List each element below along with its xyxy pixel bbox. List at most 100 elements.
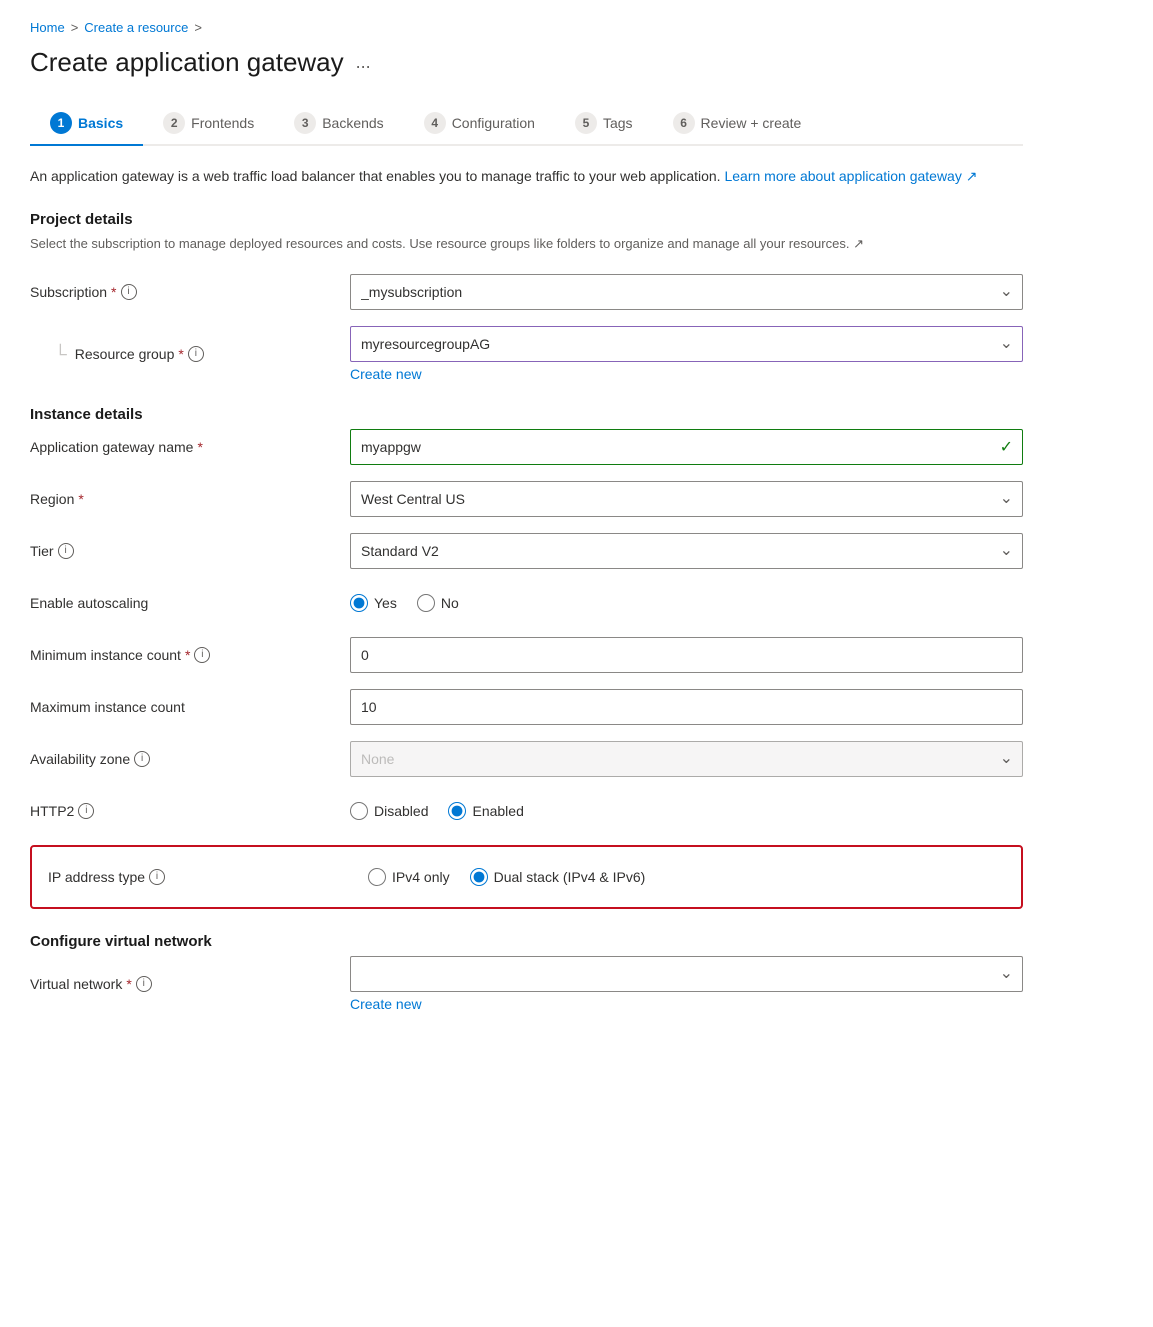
instance-details-title: Instance details [30, 406, 1023, 423]
autoscaling-label: Enable autoscaling [30, 595, 350, 611]
project-details-section: Project details Select the subscription … [30, 211, 1023, 382]
http2-info-icon[interactable]: i [78, 803, 94, 819]
gateway-name-input[interactable] [350, 429, 1023, 465]
tab-configuration-label: Configuration [452, 115, 535, 131]
subscription-select[interactable]: _mysubscription [350, 274, 1023, 310]
ip-type-radio-group: IPv4 only Dual stack (IPv4 & IPv6) [368, 868, 1005, 886]
tab-review-label: Review + create [701, 115, 802, 131]
project-details-desc: Select the subscription to manage deploy… [30, 234, 1023, 254]
instance-details-section: Instance details Application gateway nam… [30, 406, 1023, 909]
tier-select[interactable]: Standard V2 [350, 533, 1023, 569]
autoscaling-yes-radio[interactable] [350, 594, 368, 612]
vnet-select[interactable] [350, 956, 1023, 992]
vnet-control: Create new [350, 956, 1023, 1012]
tab-frontends[interactable]: 2 Frontends [143, 102, 274, 146]
tab-frontends-label: Frontends [191, 115, 254, 131]
tab-configuration[interactable]: 4 Configuration [404, 102, 555, 146]
tab-configuration-number: 4 [424, 112, 446, 134]
subscription-info-icon[interactable]: i [121, 284, 137, 300]
http2-disabled-option[interactable]: Disabled [350, 802, 428, 820]
region-select[interactable]: West Central US [350, 481, 1023, 517]
min-instance-control [350, 637, 1023, 673]
autoscaling-no-option[interactable]: No [417, 594, 459, 612]
valid-checkmark-icon: ✓ [1000, 437, 1013, 457]
ip-address-control: IPv4 only Dual stack (IPv4 & IPv6) [368, 868, 1005, 886]
availability-zone-control: None [350, 741, 1023, 777]
autoscaling-row: Enable autoscaling Yes No [30, 585, 1023, 621]
tab-frontends-number: 2 [163, 112, 185, 134]
tier-label: Tier i [30, 543, 350, 559]
subscription-control: _mysubscription [350, 274, 1023, 310]
tier-control: Standard V2 [350, 533, 1023, 569]
ip-dual-option[interactable]: Dual stack (IPv4 & IPv6) [470, 868, 646, 886]
max-instance-control [350, 689, 1023, 725]
vnet-create-new[interactable]: Create new [350, 996, 422, 1012]
subscription-required: * [111, 284, 116, 300]
gateway-name-control: ✓ [350, 429, 1023, 465]
http2-disabled-radio[interactable] [350, 802, 368, 820]
ip-type-info-icon[interactable]: i [149, 869, 165, 885]
tier-info-icon[interactable]: i [58, 543, 74, 559]
gateway-name-row: Application gateway name * ✓ [30, 429, 1023, 465]
breadcrumb-sep1: > [71, 20, 79, 35]
vnet-title: Configure virtual network [30, 933, 1023, 950]
region-required: * [78, 491, 83, 507]
autoscaling-no-radio[interactable] [417, 594, 435, 612]
max-instance-row: Maximum instance count [30, 689, 1023, 725]
autoscaling-control: Yes No [350, 594, 1023, 612]
resource-group-required: * [178, 346, 183, 362]
tab-basics-label: Basics [78, 115, 123, 131]
availability-select[interactable]: None [350, 741, 1023, 777]
vnet-label: Virtual network * i [30, 976, 350, 992]
breadcrumb-create-resource[interactable]: Create a resource [84, 20, 188, 35]
min-instance-row: Minimum instance count * i [30, 637, 1023, 673]
availability-zone-row: Availability zone i None [30, 741, 1023, 777]
vnet-select-wrapper [350, 956, 1023, 992]
tab-backends-number: 3 [294, 112, 316, 134]
resource-group-create-new[interactable]: Create new [350, 366, 422, 382]
http2-row: HTTP2 i Disabled Enabled [30, 793, 1023, 829]
tab-review-create[interactable]: 6 Review + create [653, 102, 822, 146]
page-title: Create application gateway [30, 47, 344, 78]
vnet-info-icon[interactable]: i [136, 976, 152, 992]
resource-group-info-icon[interactable]: i [188, 346, 204, 362]
autoscaling-radio-group: Yes No [350, 594, 1023, 612]
ip-ipv4-option[interactable]: IPv4 only [368, 868, 450, 886]
tab-review-number: 6 [673, 112, 695, 134]
tab-backends[interactable]: 3 Backends [274, 102, 403, 146]
breadcrumb-sep2: > [194, 20, 202, 35]
resource-group-control: myresourcegroupAG Create new [350, 326, 1023, 382]
tab-basics[interactable]: 1 Basics [30, 102, 143, 146]
external-link-icon-2: ↗ [853, 236, 864, 251]
availability-select-wrapper: None [350, 741, 1023, 777]
ip-ipv4-label: IPv4 only [392, 869, 450, 885]
tab-tags[interactable]: 5 Tags [555, 102, 653, 146]
autoscaling-yes-label: Yes [374, 595, 397, 611]
max-instance-input[interactable] [350, 689, 1023, 725]
region-select-wrapper: West Central US [350, 481, 1023, 517]
availability-zone-label: Availability zone i [30, 751, 350, 767]
external-link-icon: ↗ [966, 168, 978, 184]
region-row: Region * West Central US [30, 481, 1023, 517]
ip-dual-radio[interactable] [470, 868, 488, 886]
learn-more-link[interactable]: Learn more about application gateway ↗ [724, 168, 977, 184]
ip-ipv4-radio[interactable] [368, 868, 386, 886]
ip-dual-label: Dual stack (IPv4 & IPv6) [494, 869, 646, 885]
resource-group-select[interactable]: myresourcegroupAG [350, 326, 1023, 362]
resource-group-label-inner: └ Resource group * i [30, 345, 204, 363]
availability-info-icon[interactable]: i [134, 751, 150, 767]
gateway-name-input-wrapper: ✓ [350, 429, 1023, 465]
indent-line: └ [54, 345, 67, 363]
min-instance-input[interactable] [350, 637, 1023, 673]
autoscaling-yes-option[interactable]: Yes [350, 594, 397, 612]
region-control: West Central US [350, 481, 1023, 517]
http2-radio-group: Disabled Enabled [350, 802, 1023, 820]
tab-basics-number: 1 [50, 112, 72, 134]
page-title-ellipsis[interactable]: ... [356, 52, 371, 73]
http2-enabled-option[interactable]: Enabled [448, 802, 523, 820]
min-instance-info-icon[interactable]: i [194, 647, 210, 663]
min-instance-required: * [185, 647, 190, 663]
http2-enabled-radio[interactable] [448, 802, 466, 820]
breadcrumb-home[interactable]: Home [30, 20, 65, 35]
project-details-title: Project details [30, 211, 1023, 228]
